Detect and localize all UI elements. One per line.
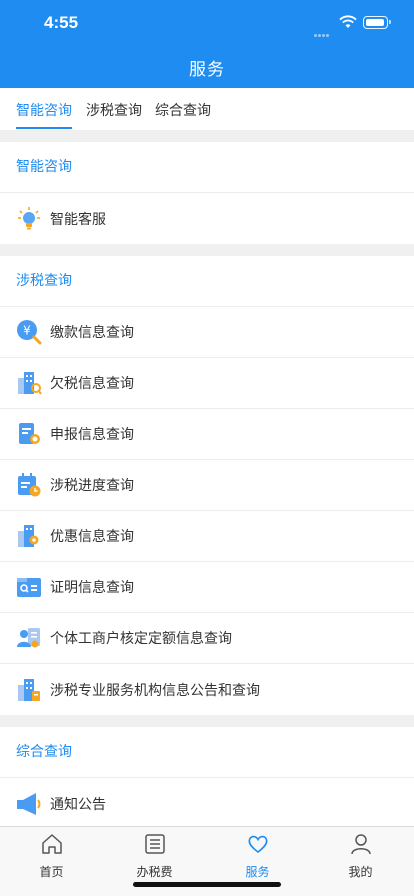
document-search-icon (16, 421, 42, 447)
person-icon (309, 833, 412, 857)
home-icon (0, 833, 103, 857)
certificate-search-icon (16, 574, 42, 600)
header-bar: 4:55 服务 (0, 0, 414, 88)
wifi-icon (339, 15, 357, 28)
item-label: 优惠信息查询 (50, 529, 134, 545)
item-label: 涉税专业服务机构信息公告和查询 (50, 682, 260, 699)
active-tab-indicator (16, 127, 72, 129)
lightbulb-icon (16, 206, 42, 232)
item-label: 证明信息查询 (50, 580, 134, 596)
megaphone-icon (16, 791, 42, 817)
tabbar-home[interactable]: 首页 (0, 833, 103, 880)
list-item-individual-business-query[interactable]: 个体工商户核定定额信息查询 (0, 613, 414, 664)
battery-icon (363, 16, 391, 29)
building-discount-icon (16, 523, 42, 549)
item-label: 欠税信息查询 (50, 376, 134, 392)
service-list: 智能咨询 智能客服 涉税查询 ¥ 缴款信息查询 欠税信息查询 申报信息查询 涉税… (0, 142, 414, 841)
list-item-certificate-query[interactable]: 证明信息查询 (0, 562, 414, 613)
svg-text:¥: ¥ (23, 324, 31, 338)
item-label: 个体工商户核定定额信息查询 (50, 631, 232, 647)
section-title: 涉税查询 (0, 256, 414, 307)
item-label: 涉税进度查询 (50, 478, 134, 494)
cellular-signal-icon (314, 22, 334, 37)
item-label: 通知公告 (50, 796, 106, 813)
list-item-discount-query[interactable]: 优惠信息查询 (0, 511, 414, 562)
tabbar-label: 服务 (245, 865, 270, 879)
section-title: 智能咨询 (0, 142, 414, 193)
building-info-icon (16, 677, 42, 703)
list-item-progress-query[interactable]: 涉税进度查询 (0, 460, 414, 511)
person-card-icon (16, 625, 42, 651)
yuan-search-icon: ¥ (16, 319, 42, 345)
building-search-icon (16, 370, 42, 396)
list-item-declaration-query[interactable]: 申报信息查询 (0, 409, 414, 460)
heart-icon (206, 833, 309, 857)
section-general-query: 综合查询 通知公告 (0, 727, 414, 829)
tab-tax-query[interactable]: 涉税查询 (86, 100, 142, 120)
tabbar-label: 首页 (39, 865, 64, 879)
status-time: 4:55 (44, 13, 79, 32)
tab-smart-consult[interactable]: 智能咨询 (16, 100, 72, 120)
category-tabs: 智能咨询 涉税查询 综合查询 (0, 88, 414, 130)
list-item-smart-service[interactable]: 智能客服 (0, 193, 414, 244)
tabbar-tax[interactable]: 办税费 (103, 833, 206, 880)
page-title: 服务 (189, 60, 225, 80)
tabbar-label: 办税费 (136, 865, 173, 879)
tabbar-label: 我的 (348, 865, 373, 879)
list-item-agency-query[interactable]: 涉税专业服务机构信息公告和查询 (0, 664, 414, 715)
section-smart-consult: 智能咨询 智能客服 (0, 142, 414, 244)
list-item-notice[interactable]: 通知公告 (0, 778, 414, 829)
tabbar-mine[interactable]: 我的 (309, 833, 412, 880)
calendar-clock-icon (16, 472, 42, 498)
home-indicator[interactable] (133, 882, 281, 887)
item-label: 缴款信息查询 (50, 325, 134, 341)
tab-general-query[interactable]: 综合查询 (155, 100, 211, 120)
list-icon (103, 833, 206, 857)
section-tax-query: 涉税查询 ¥ 缴款信息查询 欠税信息查询 申报信息查询 涉税进度查询 优惠信息查… (0, 256, 414, 715)
item-label: 智能客服 (50, 211, 106, 228)
tabbar-service[interactable]: 服务 (206, 833, 309, 880)
list-item-payment-query[interactable]: ¥ 缴款信息查询 (0, 307, 414, 358)
item-label: 申报信息查询 (50, 427, 134, 443)
section-title: 综合查询 (0, 727, 414, 778)
list-item-arrears-query[interactable]: 欠税信息查询 (0, 358, 414, 409)
